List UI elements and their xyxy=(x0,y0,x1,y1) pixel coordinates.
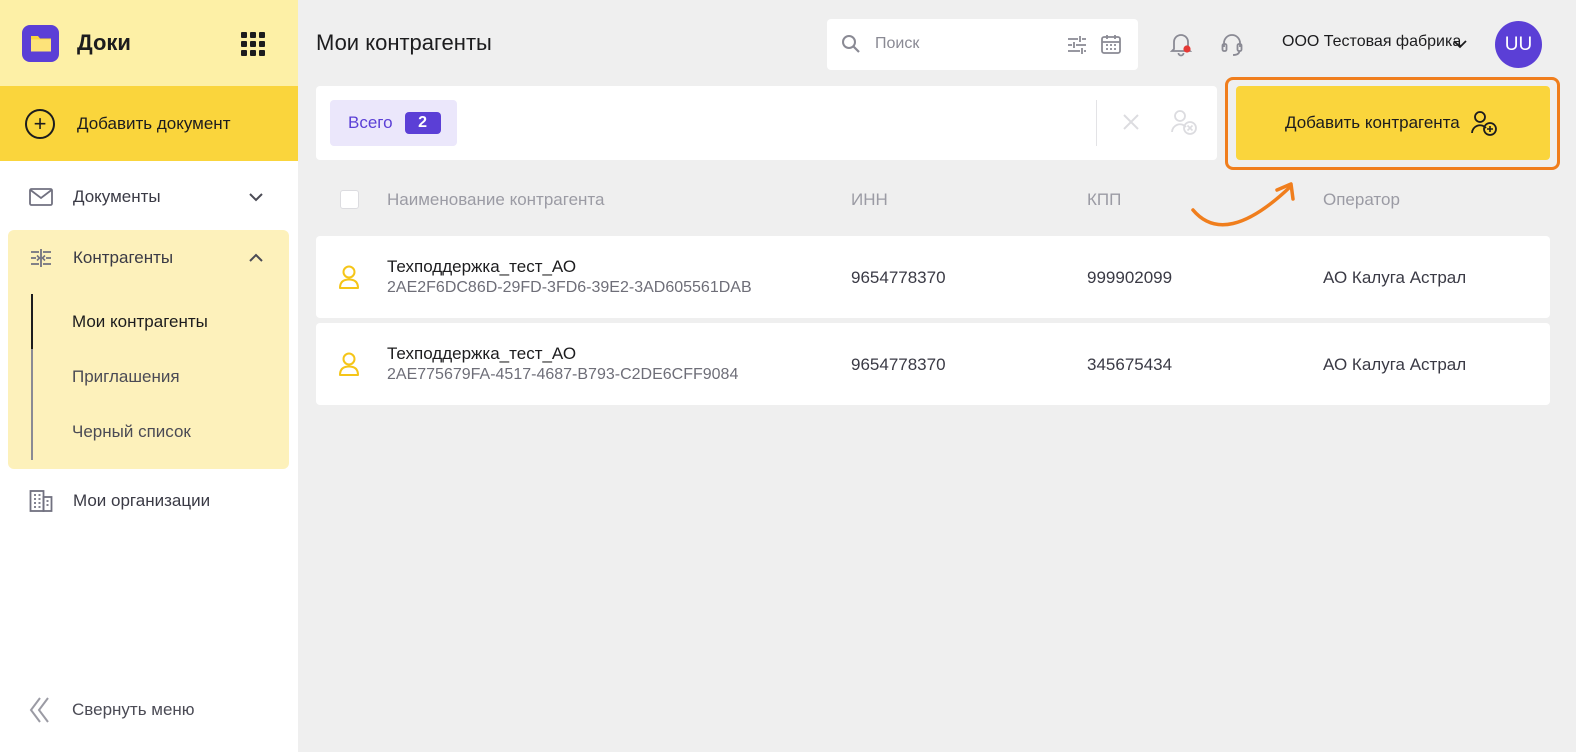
remove-user-icon[interactable] xyxy=(1170,108,1198,136)
search-input[interactable] xyxy=(875,33,1045,55)
column-header-operator[interactable]: Оператор xyxy=(1323,190,1400,210)
apps-grid-icon[interactable] xyxy=(241,32,265,56)
counterparty-inn: 9654778370 xyxy=(851,355,946,374)
highlight-frame xyxy=(1225,77,1560,170)
sidebar-item-my-organizations[interactable]: Мои организации xyxy=(0,473,298,529)
chevron-down-icon[interactable] xyxy=(247,188,265,206)
counterparty-name: Техподдержка_тест_АО xyxy=(387,344,577,363)
mail-icon xyxy=(28,184,54,210)
app-name: Доки xyxy=(77,30,131,55)
total-count-badge: 2 xyxy=(404,112,441,134)
organization-selector[interactable]: ООО Тестовая фабрика xyxy=(1282,33,1461,51)
table-header: Наименование контрагента ИНН КПП Операто… xyxy=(316,180,1550,220)
chevron-down-icon[interactable] xyxy=(1451,35,1469,53)
column-header-name[interactable]: Наименование контрагента xyxy=(387,190,604,210)
table-row[interactable]: Техподдержка_тест_АО 2AE775679FA-4517-46… xyxy=(316,323,1550,405)
sidebar-group-counterparties: Контрагенты Мои контрагенты Приглашения … xyxy=(8,230,289,469)
chevron-up-icon[interactable] xyxy=(247,249,265,267)
counterparty-kpp: 999902099 xyxy=(1087,268,1173,287)
counterparty-inn: 9654778370 xyxy=(851,268,946,287)
app-header: Доки xyxy=(0,0,298,86)
select-all-checkbox[interactable] xyxy=(340,190,359,209)
sidebar: Доки + Добавить документ Документы Контр… xyxy=(0,0,298,752)
table-row[interactable]: Техподдержка_тест_АО 2AE2F6DC86D-29FD-3F… xyxy=(316,236,1550,318)
total-filter-chip[interactable]: Всего 2 xyxy=(330,100,457,146)
app-logo[interactable] xyxy=(22,24,59,62)
collapse-menu-label: Свернуть меню xyxy=(72,700,195,719)
divider xyxy=(1096,100,1097,146)
counterparty-name: Техподдержка_тест_АО xyxy=(387,257,577,276)
search-box xyxy=(827,19,1138,70)
avatar[interactable]: UU xyxy=(1495,21,1542,68)
filter-bar: Всего 2 xyxy=(316,86,1217,160)
sidebar-subitem-invitations[interactable]: Приглашения xyxy=(72,367,180,387)
sidebar-subitem-blacklist[interactable]: Черный список xyxy=(72,422,191,442)
close-icon[interactable] xyxy=(1121,112,1141,132)
counterparty-operator: АО Калуга Астрал xyxy=(1323,355,1467,374)
page-title: Мои контрагенты xyxy=(316,30,492,55)
column-header-kpp[interactable]: КПП xyxy=(1087,190,1121,210)
sidebar-item-label: Контрагенты xyxy=(73,248,174,267)
person-icon xyxy=(339,265,359,289)
sidebar-item-label: Документы xyxy=(73,187,161,206)
plus-circle-icon: + xyxy=(25,108,55,139)
double-chevron-left-icon xyxy=(29,697,49,723)
collapse-menu-button[interactable]: Свернуть меню xyxy=(28,696,195,724)
search-icon xyxy=(842,35,860,53)
total-label: Всего xyxy=(348,113,393,132)
calendar-icon[interactable] xyxy=(1100,33,1122,55)
counterparties-icon xyxy=(28,245,54,271)
sidebar-item-label: Мои организации xyxy=(73,491,211,510)
submenu-active-indicator xyxy=(31,294,33,349)
folder-icon xyxy=(30,36,51,52)
person-icon xyxy=(339,352,359,376)
sidebar-subitem-my-counterparties[interactable]: Мои контрагенты xyxy=(72,312,208,332)
counterparty-guid: 2AE775679FA-4517-4687-B793-C2DE6CFF9084 xyxy=(387,366,739,383)
sidebar-item-counterparties[interactable]: Контрагенты xyxy=(0,230,298,286)
filter-sliders-icon[interactable] xyxy=(1066,34,1088,56)
column-header-inn[interactable]: ИНН xyxy=(851,190,888,210)
counterparty-kpp: 345675434 xyxy=(1087,355,1173,374)
counterparty-operator: АО Калуга Астрал xyxy=(1323,268,1467,287)
counterparty-guid: 2AE2F6DC86D-29FD-3FD6-39E2-3AD605561DAB xyxy=(387,279,752,296)
add-document-label: Добавить документ xyxy=(77,113,231,133)
headset-icon[interactable] xyxy=(1220,31,1244,57)
building-icon xyxy=(28,488,54,514)
sidebar-item-documents[interactable]: Документы xyxy=(0,169,298,225)
add-document-button[interactable]: + Добавить документ xyxy=(0,86,298,161)
bell-icon[interactable] xyxy=(1169,31,1193,57)
